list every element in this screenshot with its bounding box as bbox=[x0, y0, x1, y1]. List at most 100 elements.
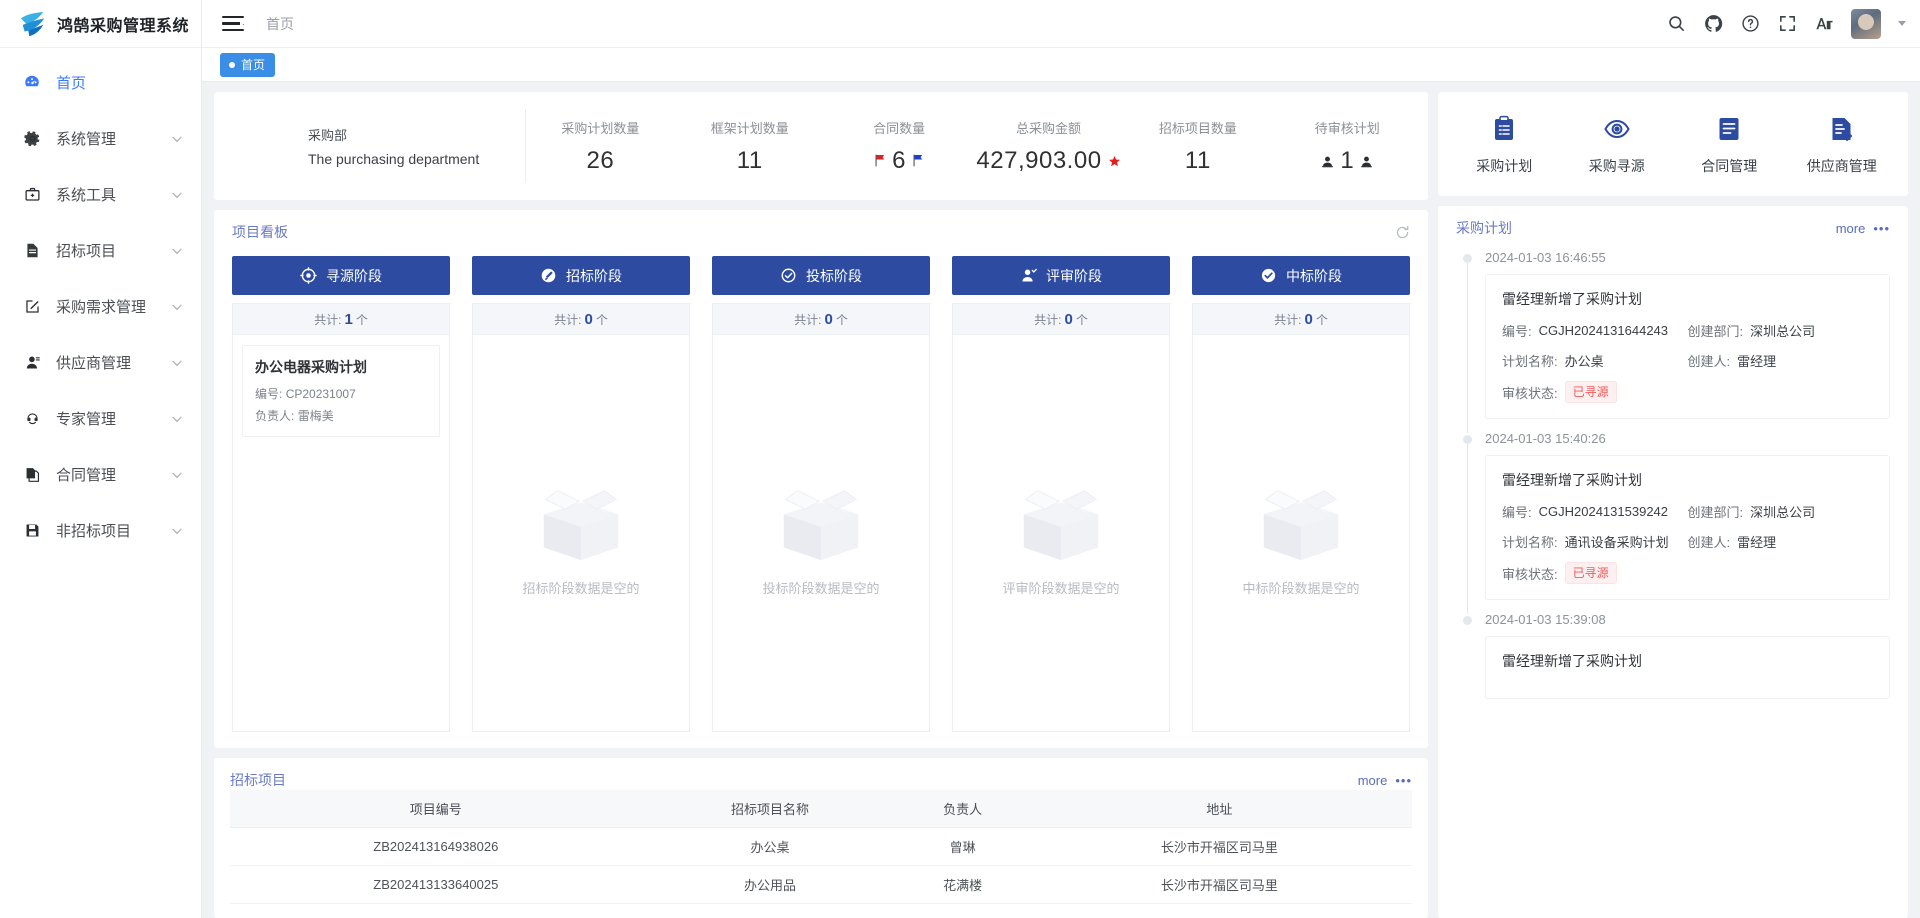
search-icon[interactable] bbox=[1666, 14, 1686, 34]
field-status: 审核状态: 已寻源 bbox=[1502, 562, 1688, 584]
stage-name: 投标阶段 bbox=[806, 267, 862, 284]
sidebar-item-system-tools[interactable]: 系统工具 bbox=[0, 166, 201, 222]
more-link[interactable]: more bbox=[1358, 773, 1388, 788]
field-plan-name: 计划名称: 通讯设备采购计划 bbox=[1502, 532, 1688, 551]
sidebar-item-supplier-management[interactable]: 供应商管理 bbox=[0, 334, 201, 390]
cell-project-name: 办公桌 bbox=[641, 827, 899, 866]
stage-column-awarded: 中标阶段 共计: 0 个 中标阶段数据是空的 bbox=[1192, 256, 1410, 732]
sidebar-item-bidding-projects[interactable]: 招标项目 bbox=[0, 222, 201, 278]
quick-action-contract[interactable]: 合同管理 bbox=[1673, 114, 1786, 176]
github-icon[interactable] bbox=[1703, 14, 1723, 34]
field-value: 通讯设备采购计划 bbox=[1564, 535, 1669, 550]
sidebar-item-system-management[interactable]: 系统管理 bbox=[0, 110, 201, 166]
table-row[interactable]: ZB202413164938026 办公桌 曾琳 长沙市开福区司马里 bbox=[230, 827, 1412, 866]
sidebar-item-contract-management[interactable]: 合同管理 bbox=[0, 446, 201, 502]
cell-owner: 花满楼 bbox=[898, 865, 1027, 904]
avatar[interactable] bbox=[1851, 8, 1881, 39]
timeline-card[interactable]: 雷经理新增了采购计划 bbox=[1485, 636, 1890, 699]
timeline-title: 采购计划 bbox=[1456, 220, 1512, 236]
empty-text: 评审阶段数据是空的 bbox=[1002, 581, 1120, 596]
stage-header[interactable]: 评审阶段 bbox=[952, 256, 1170, 295]
hamburger-icon[interactable] bbox=[222, 15, 245, 33]
more-link[interactable]: more bbox=[1836, 221, 1866, 236]
stage-count: 1 bbox=[344, 310, 353, 328]
department-subtitle: The purchasing department bbox=[308, 151, 480, 167]
field-key: 编号: bbox=[1502, 324, 1532, 339]
project-card[interactable]: 办公电器采购计划 编号: CP20231007 负责人: 雷梅美 bbox=[242, 345, 440, 437]
brand[interactable]: 鸿鹄采购管理系统 bbox=[0, 0, 201, 48]
total-prefix: 共计: bbox=[1274, 312, 1302, 327]
empty-box-icon bbox=[762, 469, 880, 570]
field-creator: 创建人: 雷经理 bbox=[1688, 351, 1874, 370]
sidebar: 鸿鹄采购管理系统 首页 系统管理 系统工具 招标项目 采购需求管理 供应商管理 … bbox=[0, 0, 202, 918]
timeline-item: 2024-01-03 15:40:26 雷经理新增了采购计划 编号: CGJH2… bbox=[1463, 431, 1890, 614]
total-suffix: 个 bbox=[1075, 312, 1088, 327]
stat-purchase-plan-count: 采购计划数量 26 bbox=[526, 118, 675, 175]
total-suffix: 个 bbox=[835, 312, 848, 327]
table-row[interactable]: ZB202413133640025 办公用品 花满楼 长沙市开福区司马里 bbox=[230, 865, 1412, 904]
font-size-icon[interactable] bbox=[1814, 14, 1834, 34]
stage-header[interactable]: 中标阶段 bbox=[1192, 256, 1410, 295]
stat-pending-review-plans: 待审核计划 1 bbox=[1273, 118, 1422, 175]
stat-value-wrap: 427,903.00 bbox=[974, 147, 1123, 175]
field-key: 审核状态: bbox=[1502, 385, 1558, 401]
help-circle-icon[interactable] bbox=[1740, 14, 1760, 34]
gear-icon bbox=[22, 128, 42, 148]
document-icon bbox=[22, 240, 42, 260]
quick-action-purchase-plan[interactable]: 采购计划 bbox=[1448, 114, 1561, 176]
save-icon bbox=[22, 520, 42, 540]
stage-count: 0 bbox=[584, 310, 593, 328]
user-avatar bbox=[1851, 8, 1881, 39]
stage-name: 中标阶段 bbox=[1286, 267, 1342, 284]
field-code: 编号: CGJH2024131644243 bbox=[1502, 321, 1688, 340]
tab-home[interactable]: 首页 bbox=[220, 52, 276, 77]
sidebar-item-home[interactable]: 首页 bbox=[0, 54, 201, 110]
status-badge: 已寻源 bbox=[1564, 562, 1617, 584]
timeline-time: 2024-01-03 15:40:26 bbox=[1485, 431, 1606, 446]
stage-count: 0 bbox=[824, 310, 833, 328]
timeline-time: 2024-01-03 16:46:55 bbox=[1485, 250, 1606, 265]
total-prefix: 共计: bbox=[794, 312, 822, 327]
chevron-down-icon[interactable] bbox=[1898, 21, 1906, 26]
project-board-panel: 项目看板 寻源阶段 共计: 1 个 办公电器采购计划 编号: CP2023100… bbox=[214, 210, 1428, 748]
empty-state: 投标阶段数据是空的 bbox=[722, 345, 920, 721]
quick-action-sourcing[interactable]: 采购寻源 bbox=[1561, 114, 1674, 176]
empty-text: 招标阶段数据是空的 bbox=[522, 581, 640, 596]
stage-header[interactable]: 寻源阶段 bbox=[232, 256, 450, 295]
stage-header[interactable]: 投标阶段 bbox=[712, 256, 930, 295]
empty-state: 评审阶段数据是空的 bbox=[962, 345, 1160, 721]
empty-box-icon bbox=[1002, 469, 1120, 570]
quick-actions-panel: 采购计划 采购寻源 合同管理 供应商管理 bbox=[1438, 92, 1908, 196]
timeline-card[interactable]: 雷经理新增了采购计划 编号: CGJH2024131644243 创建部门: 深… bbox=[1485, 274, 1890, 419]
refresh-icon[interactable] bbox=[1395, 225, 1410, 240]
fullscreen-icon[interactable] bbox=[1777, 14, 1797, 34]
more-dots-icon[interactable]: ••• bbox=[1873, 221, 1890, 236]
total-suffix: 个 bbox=[1315, 312, 1328, 327]
sidebar-item-label: 首页 bbox=[56, 74, 87, 92]
total-prefix: 共计: bbox=[314, 312, 342, 327]
person-icon bbox=[1360, 147, 1373, 175]
sidebar-item-label: 系统管理 bbox=[56, 130, 117, 148]
empty-state: 中标阶段数据是空的 bbox=[1202, 345, 1400, 721]
total-prefix: 共计: bbox=[1034, 312, 1062, 327]
quick-action-supplier[interactable]: 供应商管理 bbox=[1786, 114, 1899, 176]
stat-value: 427,903.00 bbox=[976, 146, 1102, 174]
cell-owner: 曾琳 bbox=[898, 827, 1027, 866]
tab-label: 首页 bbox=[241, 58, 266, 72]
more-dots-icon[interactable]: ••• bbox=[1395, 773, 1412, 788]
column-header: 地址 bbox=[1026, 790, 1412, 828]
stage-header[interactable]: 招标阶段 bbox=[472, 256, 690, 295]
sidebar-item-non-bidding-projects[interactable]: 非招标项目 bbox=[0, 502, 201, 558]
sidebar-menu: 首页 系统管理 系统工具 招标项目 采购需求管理 供应商管理 专家管理 合同管理… bbox=[0, 48, 201, 558]
stage-total: 共计: 0 个 bbox=[1192, 303, 1410, 334]
sidebar-item-procurement-demand[interactable]: 采购需求管理 bbox=[0, 278, 201, 334]
check-circle-icon bbox=[780, 267, 797, 284]
star-red-icon bbox=[1108, 147, 1121, 175]
bidding-projects-panel: 招标项目 more ••• 项目编号 招标项目名称 负责人 地址 ZB20241… bbox=[214, 758, 1428, 918]
chevron-down-icon bbox=[171, 300, 183, 312]
quick-action-label: 采购寻源 bbox=[1588, 158, 1645, 174]
sidebar-item-expert-management[interactable]: 专家管理 bbox=[0, 390, 201, 446]
stat-label: 框架计划数量 bbox=[710, 120, 789, 136]
check-mark-circle-icon bbox=[1260, 267, 1277, 284]
timeline-card[interactable]: 雷经理新增了采购计划 编号: CGJH2024131539242 创建部门: 深… bbox=[1485, 455, 1890, 600]
